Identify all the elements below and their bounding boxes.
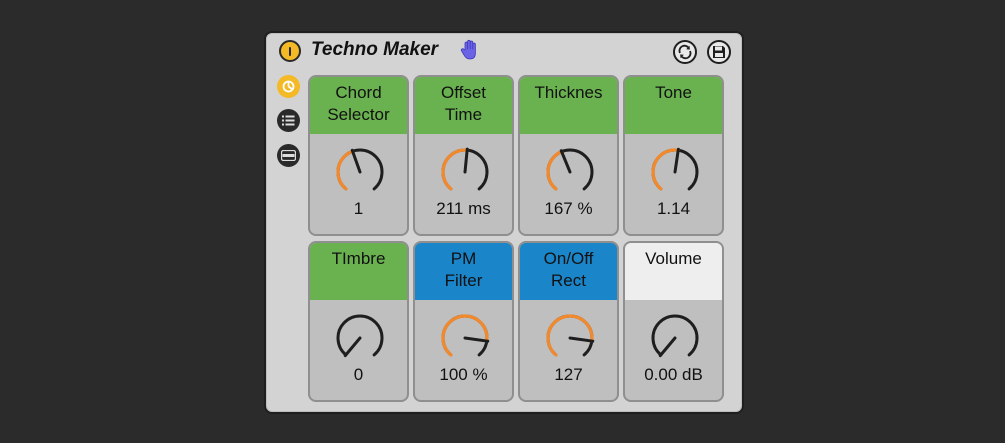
macro-dial-knob[interactable] xyxy=(648,311,702,365)
macro-panel: Chord Selector 1 xyxy=(308,75,409,236)
macro-value: 0.00 dB xyxy=(644,365,703,384)
device-panel: Techno Maker Chord Selector 1 Offset Tim… xyxy=(266,33,742,412)
macro-panel: Volume 0.00 dB xyxy=(623,241,724,402)
dial-needle xyxy=(658,336,677,358)
dial-value-arc xyxy=(546,150,564,191)
macro-label: Thicknes xyxy=(520,77,617,134)
macro-label: TImbre xyxy=(310,243,407,300)
dial-track xyxy=(651,314,699,357)
macro-dial-knob[interactable] xyxy=(648,145,702,199)
power-icon[interactable] xyxy=(279,40,301,62)
dial-track xyxy=(336,314,384,357)
hotswap-icon[interactable] xyxy=(673,40,697,64)
macro-panel: Tone 1.14 xyxy=(623,75,724,236)
save-icon[interactable] xyxy=(707,40,731,64)
hand-icon xyxy=(460,39,476,60)
macro-dial-knob[interactable] xyxy=(333,311,387,365)
macro-label: On/Off Rect xyxy=(520,243,617,300)
macro-panel: PM Filter 100 % xyxy=(413,241,514,402)
macro-dial-knob[interactable] xyxy=(543,145,597,199)
macro-value: 211 ms xyxy=(436,199,491,218)
macro-label: PM Filter xyxy=(415,243,512,300)
macro-value: 100 % xyxy=(439,365,488,384)
macro-dial-knob[interactable] xyxy=(543,311,597,365)
dial-value-arc xyxy=(441,148,469,191)
dial-needle xyxy=(568,336,595,343)
dial-value-arc xyxy=(441,314,489,357)
device-view-icon[interactable] xyxy=(277,144,300,167)
dial-value-arc xyxy=(546,314,594,357)
macro-value: 1 xyxy=(353,199,364,218)
macro-label: Chord Selector xyxy=(310,77,407,134)
macro-label: Volume xyxy=(625,243,722,300)
dial-needle xyxy=(673,147,680,174)
device-title: Techno Maker xyxy=(311,39,439,60)
macro-value: 167 % xyxy=(544,199,593,218)
macro-value: 0 xyxy=(353,365,364,384)
macro-panel: TImbre 0 xyxy=(308,241,409,402)
macro-dial-knob[interactable] xyxy=(438,145,492,199)
dial-needle xyxy=(463,147,469,174)
macro-value: 1.14 xyxy=(656,199,691,218)
macro-label: Tone xyxy=(625,77,722,134)
dial-needle xyxy=(350,148,362,174)
macro-dial-knob[interactable] xyxy=(438,311,492,365)
macro-panel: Offset Time 211 ms xyxy=(413,75,514,236)
macro-panel: On/Off Rect 127 xyxy=(518,241,619,402)
dial-value-arc xyxy=(336,149,355,191)
device-titlebar: Techno Maker xyxy=(267,34,741,66)
macro-panel: Thicknes 167 % xyxy=(518,75,619,236)
macro-label: Offset Time xyxy=(415,77,512,134)
dial-needle xyxy=(463,336,490,343)
macro-value: 127 xyxy=(554,365,583,384)
preset-icon[interactable] xyxy=(277,75,300,98)
macro-dial-knob[interactable] xyxy=(333,145,387,199)
dial-needle xyxy=(343,336,362,358)
dial-needle xyxy=(559,149,572,174)
list-icon[interactable] xyxy=(277,109,300,132)
